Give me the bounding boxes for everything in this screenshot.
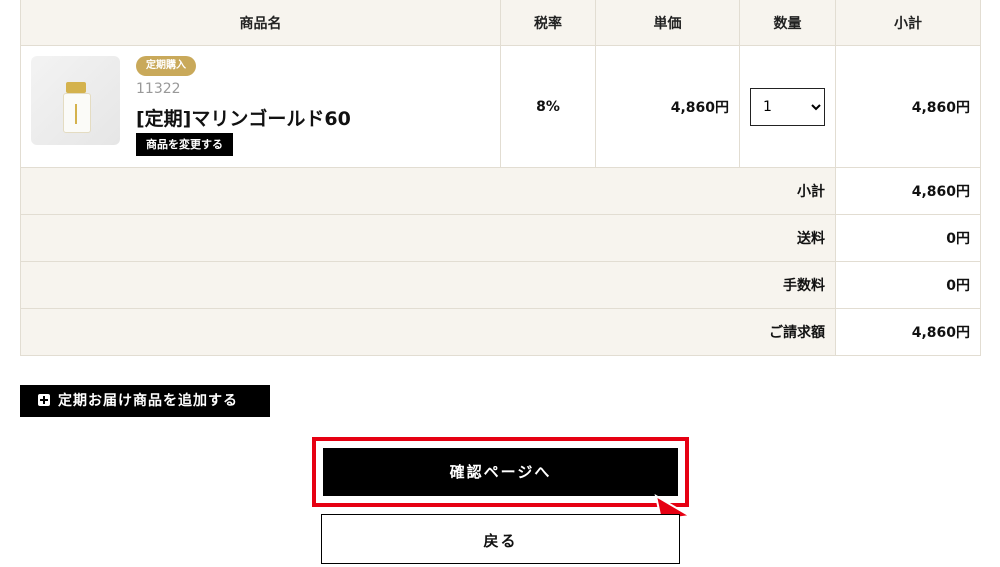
confirm-button[interactable]: 確認ページへ — [323, 448, 678, 496]
item-subtotal: 4,860円 — [835, 45, 981, 168]
cart-table: 商品名 税率 単価 数量 小計 定期購入 11322 [定期]マリンゴールド60… — [20, 0, 981, 356]
product-cell: 定期購入 11322 [定期]マリンゴールド60 商品を変更する — [20, 45, 501, 168]
product-name: [定期]マリンゴールド60 — [136, 108, 351, 130]
change-product-button[interactable]: 商品を変更する — [136, 133, 233, 156]
quantity-select[interactable]: 1 — [750, 87, 825, 126]
product-image — [31, 56, 120, 145]
back-button[interactable]: 戻る — [321, 514, 680, 564]
plus-icon — [38, 394, 50, 406]
summary-value: 0円 — [835, 261, 981, 309]
summary-row-total: ご請求額 4,860円 — [20, 308, 981, 356]
summary-row-subtotal: 小計 4,860円 — [20, 167, 981, 215]
summary-value: 0円 — [835, 214, 981, 262]
qty-cell: 1 — [739, 45, 836, 168]
header-price: 単価 — [595, 0, 740, 46]
summary-label: 送料 — [20, 214, 836, 262]
summary-value: 4,860円 — [835, 167, 981, 215]
product-code: 11322 — [136, 81, 181, 97]
summary-row-fee: 手数料 0円 — [20, 261, 981, 309]
header-name: 商品名 — [20, 0, 501, 46]
summary-label: 小計 — [20, 167, 836, 215]
summary-value: 4,860円 — [835, 308, 981, 356]
add-subscription-product-button[interactable]: 定期お届け商品を追加する — [20, 385, 270, 417]
header-subtotal: 小計 — [835, 0, 981, 46]
tax-rate: 8% — [500, 45, 596, 168]
unit-price: 4,860円 — [595, 45, 740, 168]
header-qty: 数量 — [739, 0, 836, 46]
summary-row-shipping: 送料 0円 — [20, 214, 981, 262]
table-row: 定期購入 11322 [定期]マリンゴールド60 商品を変更する 8% 4,86… — [20, 45, 981, 168]
subscription-badge: 定期購入 — [136, 56, 196, 76]
confirm-highlight: 確認ページへ — [312, 437, 689, 507]
header-tax: 税率 — [500, 0, 596, 46]
summary-label: 手数料 — [20, 261, 836, 309]
add-button-label: 定期お届け商品を追加する — [58, 393, 238, 409]
summary-label: ご請求額 — [20, 308, 836, 356]
header-row: 商品名 税率 単価 数量 小計 — [20, 0, 981, 46]
